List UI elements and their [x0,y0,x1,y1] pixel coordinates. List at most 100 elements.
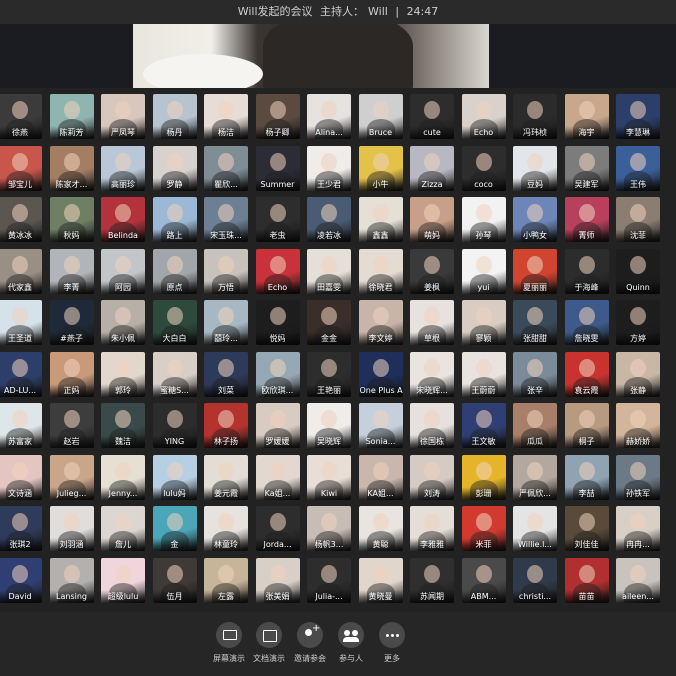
participant-tile[interactable]: 苗苗 [564,557,609,603]
participant-tile[interactable]: 方婷 [616,300,660,345]
participant-tile[interactable]: #燕子 [49,300,94,345]
participant-tile[interactable]: 苏富家 [0,403,42,448]
participant-tile[interactable]: 赫娇娇 [616,403,660,448]
participant-tile[interactable]: 张辛 [513,351,557,397]
participant-tile[interactable]: 林童玲 [204,506,248,551]
participant-tile[interactable]: Julia-... [307,557,351,603]
participant-tile[interactable]: Echo [461,94,506,139]
participant-tile[interactable]: 正妈 [49,351,94,397]
participant-tile[interactable]: Belinda [101,197,145,242]
participant-tile[interactable]: 万悟 [204,248,248,294]
participant-tile[interactable]: David [0,557,42,603]
participant-tile[interactable]: 陈莉芳 [49,94,94,139]
participant-tile[interactable]: 大白白 [152,300,197,345]
participant-tile[interactable]: 严佩欣... [513,454,557,500]
participant-tile[interactable]: 吴晓辉 [307,403,351,448]
participant-tile[interactable]: 原点 [152,248,197,294]
participant-tile[interactable]: 海宇 [564,94,609,139]
participant-tile[interactable]: 小牛 [358,145,403,191]
participant-tile[interactable]: 孙铁军 [616,454,660,500]
participant-tile[interactable]: 朱小佩 [101,300,145,345]
participant-tile[interactable]: 张琪2 [0,506,42,551]
participant-tile[interactable]: 苏闻期 [410,557,454,603]
participant-tile[interactable]: 金金 [307,300,351,345]
participant-tile[interactable]: Bruce [358,94,403,139]
participant-tile[interactable]: 米菲 [461,506,506,551]
participant-tile[interactable]: 郭玲 [101,351,145,397]
participant-tile[interactable]: 路上 [152,197,197,242]
participant-tile[interactable]: lulu妈 [152,454,197,500]
participant-tile[interactable]: 杨子卿 [255,94,300,139]
participant-tile[interactable]: Quinn [616,248,660,294]
participant-tile[interactable]: YING [152,403,197,448]
participant-tile[interactable]: 金 [152,506,197,551]
participant-tile[interactable]: 瞿欣... [204,145,248,191]
participant-tile[interactable]: 于海峰 [564,248,609,294]
participant-tile[interactable]: 菁师 [564,197,609,242]
participant-tile[interactable]: 高丽珍 [101,145,145,191]
participant-tile[interactable]: 孙琴 [461,197,506,242]
participant-tile[interactable]: 罗静 [152,145,197,191]
participant-tile[interactable]: 刘涛 [410,454,454,500]
participant-tile[interactable]: yui [461,248,506,294]
participant-tile[interactable]: 宋玉珠... [204,197,248,242]
participant-tile[interactable]: 黄晓曼 [358,557,403,603]
participant-tile[interactable]: 李慧琳 [616,94,660,139]
participant-tile[interactable]: 张甜甜 [513,300,557,345]
participant-tile[interactable]: coco [461,145,506,191]
participant-tile[interactable]: Ka姐... [255,454,300,500]
participant-tile[interactable]: 黄聪 [358,506,403,551]
participant-tile[interactable]: 田嘉雯 [307,248,351,294]
participant-tile[interactable]: 王蔚蔚 [461,351,506,397]
participant-tile[interactable]: Echo [255,248,300,294]
participant-tile[interactable]: 秋妈 [49,197,94,242]
participant-tile[interactable]: 夏丽丽 [513,248,557,294]
participant-tile[interactable]: 文诗涵 [0,454,42,500]
participant-tile[interactable]: 伍月 [152,557,197,603]
participant-tile[interactable]: 魏洁 [101,403,145,448]
participant-tile[interactable]: 宋晓辉... [410,351,454,397]
participant-tile[interactable]: 小鸭女 [513,197,557,242]
participant-tile[interactable]: 沈菲 [616,197,660,242]
participant-tile[interactable]: 王艳丽 [307,351,351,397]
participant-tile[interactable]: 刘菜 [204,351,248,397]
participant-tile[interactable]: 彭珊 [461,454,506,500]
participant-tile[interactable]: 桐子 [564,403,609,448]
participant-tile[interactable]: 黄冰冰 [0,197,42,242]
participant-tile[interactable]: Zizza [410,145,454,191]
participant-tile[interactable]: 吴建军 [564,145,609,191]
participant-tile[interactable]: 瓜瓜 [513,403,557,448]
participant-tile[interactable]: AD-LU... [0,351,42,397]
participant-tile[interactable]: 超级lulu [101,557,145,603]
participant-tile[interactable]: 陈家才... [49,145,94,191]
participant-tile[interactable]: 李文婷 [358,300,403,345]
participant-tile[interactable]: One Plus ABM Leo [358,351,403,397]
participant-tile[interactable]: aileen... [616,557,660,603]
participant-tile[interactable]: 冯玮桢 [513,94,557,139]
participant-tile[interactable]: 杨丹 [152,94,197,139]
participant-tile[interactable]: 詹晓雯 [564,300,609,345]
participant-tile[interactable]: Jorda... [255,506,300,551]
participant-tile[interactable]: Sonia... [358,403,403,448]
participant-tile[interactable]: 林子扬 [204,403,248,448]
participant-tile[interactable]: 草根 [410,300,454,345]
participant-tile[interactable]: 徐燕 [0,94,42,139]
participant-tile[interactable]: 王伟 [616,145,660,191]
active-speaker-video[interactable] [133,24,489,88]
participant-tile[interactable]: 邹宝儿 [0,145,42,191]
participant-tile[interactable]: 赵岩 [49,403,94,448]
participant-tile[interactable]: 冉冉... [616,506,660,551]
participant-tile[interactable]: 左露 [204,557,248,603]
participant-tile[interactable]: 凌若冰 [307,197,351,242]
participant-tile[interactable]: 詹儿 [101,506,145,551]
participant-tile[interactable]: 代家鑫 [0,248,42,294]
participant-tile[interactable]: 罗媛媛 [255,403,300,448]
participant-tile[interactable]: KA姐... [358,454,403,500]
participant-tile[interactable]: Julieg... [49,454,94,500]
participant-tile[interactable]: 欧欣琪... [255,351,300,397]
participant-tile[interactable]: Kiwi [307,454,351,500]
participant-tile[interactable]: 鑫鑫 [358,197,403,242]
participant-tile[interactable]: 豆妈 [513,145,557,191]
participant-tile[interactable]: cute [410,94,454,139]
participant-tile[interactable]: ABM... [461,557,506,603]
